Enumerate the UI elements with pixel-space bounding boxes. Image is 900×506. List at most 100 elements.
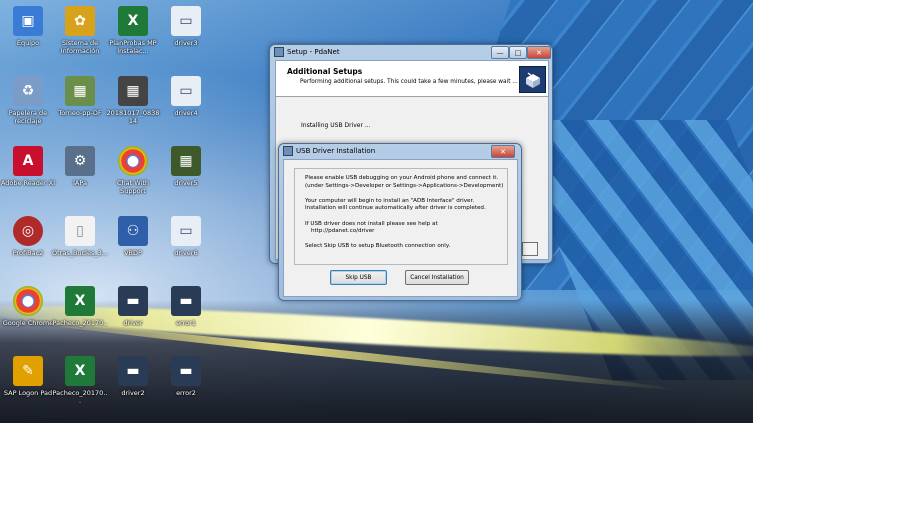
desktop-icon-label: Pacheco_20170... [52, 319, 108, 335]
app-icon: ⚙ [65, 146, 95, 176]
desktop-icon-google-chrome[interactable]: ● Google Chrome [0, 286, 56, 327]
recycle-bin-icon: ♻ [13, 76, 43, 106]
desktop-icon-label: SAP Logon Pad [3, 389, 53, 397]
setup-header: Additional Setups Performing additional … [276, 61, 548, 97]
setup-hidden-button[interactable] [522, 242, 538, 256]
close-icon: ✕ [500, 147, 506, 156]
desktop-icon-label: error1 [176, 319, 196, 327]
sap-logon-icon: ✎ [13, 356, 43, 386]
desktop-icon-planprobas[interactable]: X PlanProbas MP Instalac... [105, 6, 161, 55]
desktop-icon-driver6[interactable]: ▭ driver6 [158, 216, 214, 257]
skip-usb-button[interactable]: Skip USB [330, 270, 387, 285]
close-icon: ✕ [536, 48, 542, 57]
desktop-icon-driver[interactable]: ▬ driver [105, 286, 161, 327]
desktop-icon-label: driver5 [174, 179, 198, 187]
network-icon: ⚇ [118, 216, 148, 246]
image-file-icon: ▭ [171, 6, 201, 36]
setup-header-title: Additional Setups [287, 67, 363, 76]
excel-file-icon: X [65, 356, 95, 386]
usb-dialog-window: USB Driver Installation ✕ Please enable … [278, 143, 522, 301]
desktop-icon-label: Google Chrome [2, 319, 54, 327]
chrome-icon: ● [118, 146, 148, 176]
usb-dialog-app-icon [283, 146, 293, 156]
desktop-icon-pacheco-2[interactable]: X Pacheco_20170... [52, 356, 108, 405]
desktop-icon-torneo[interactable]: ▦ Torneo-pp-DF [52, 76, 108, 117]
image-file-icon: ▬ [118, 356, 148, 386]
cancel-installation-button[interactable]: Cancel Installation [405, 270, 469, 285]
usb-message-line: (under Settings->Developer or Settings->… [305, 182, 504, 189]
usb-message-line: Installation will continue automatically… [305, 205, 486, 212]
usb-message-line [305, 190, 503, 198]
adobe-reader-icon: A [13, 146, 43, 176]
setup-logo [519, 66, 546, 93]
usb-dialog-titlebar[interactable]: USB Driver Installation [279, 144, 521, 158]
desktop-icon-20181017[interactable]: ▦ 20181017_083814 [105, 76, 161, 125]
image-file-icon: ▬ [171, 286, 201, 316]
usb-dialog-close-button[interactable]: ✕ [491, 145, 515, 158]
desktop-icon-label: VBDP [124, 249, 142, 257]
desktop-icon-label: Torneo-pp-DF [58, 109, 102, 117]
chrome-icon: ● [13, 286, 43, 316]
desktop-icon-label: ProfiBac2 [12, 249, 44, 257]
close-button[interactable]: ✕ [527, 46, 551, 59]
setup-window-title: Setup - PdaNet [287, 48, 340, 56]
excel-file-icon: X [65, 286, 95, 316]
desktop-icon-label: lAPa [73, 179, 87, 187]
usb-message-line [305, 213, 503, 221]
desktop-icon-label: Pacheco_20170... [52, 389, 108, 405]
image-file-icon: ▦ [118, 76, 148, 106]
desktop-icon-label: Papelera de reciclaje [8, 109, 48, 125]
desktop-icon-label: Chat With Support [116, 179, 149, 195]
image-file-icon: ▭ [171, 216, 201, 246]
usb-message-line [305, 236, 503, 244]
usb-dialog-title: USB Driver Installation [296, 147, 376, 155]
maximize-icon: □ [514, 48, 522, 57]
desktop-icon-adobe-reader[interactable]: A Adobe Reader XI [0, 146, 56, 187]
desktop-icon-lapa[interactable]: ⚙ lAPa [52, 146, 108, 187]
desktop-icon-driver3[interactable]: ▭ driver3 [158, 6, 214, 47]
desktop-icon-label: 20181017_083814 [106, 109, 160, 125]
desktop-icon-label: error2 [176, 389, 196, 397]
setup-app-icon [274, 47, 284, 57]
desktop-icon-label: Sistema de Información [60, 39, 100, 55]
desktop-icon-sap-logon[interactable]: ✎ SAP Logon Pad [0, 356, 56, 397]
desktop-icon-driver4[interactable]: ▭ driver4 [158, 76, 214, 117]
document-icon: ▯ [65, 216, 95, 246]
desktop-icon-profibac2[interactable]: ◎ ProfiBac2 [0, 216, 56, 257]
desktop-icon-label: driver2 [121, 389, 145, 397]
app-icon: ◎ [13, 216, 43, 246]
image-file-icon: ▦ [171, 146, 201, 176]
desktop-icon-label: driver3 [174, 39, 198, 47]
desktop-icon-error1[interactable]: ▬ error1 [158, 286, 214, 327]
desktop-icon-driver5[interactable]: ▦ driver5 [158, 146, 214, 187]
excel-file-icon: X [118, 6, 148, 36]
minimize-button[interactable]: — [491, 46, 509, 59]
image-file-icon: ▭ [171, 76, 201, 106]
desktop-icon-sistema[interactable]: ✿ Sistema de Información [52, 6, 108, 55]
desktop-icon-equipo[interactable]: ▣ Equipo [0, 6, 56, 47]
desktop-icon-otras-bucles[interactable]: ▯ Otras_Bucles_3... [52, 216, 108, 257]
usb-dialog-message-box: Please enable USB debugging on your Andr… [294, 168, 508, 265]
setup-header-subtitle: Performing additional setups. This could… [300, 79, 518, 85]
usb-message-line: Select Skip USB to setup Bluetooth conne… [305, 243, 451, 250]
desktop-icon-pacheco-1[interactable]: X Pacheco_20170... [52, 286, 108, 335]
install-box-icon [525, 71, 540, 88]
maximize-button[interactable]: □ [509, 46, 527, 59]
desktop-icon-error2[interactable]: ▬ error2 [158, 356, 214, 397]
computer-icon: ▣ [13, 6, 43, 36]
desktop-icon-vbdp[interactable]: ⚇ VBDP [105, 216, 161, 257]
desktop-icon-label: driver6 [174, 249, 198, 257]
setup-status-text: Installing USB Driver ... [301, 122, 371, 129]
desktop-icon-label: driver4 [174, 109, 198, 117]
desktop-icon-chat-support[interactable]: ● Chat With Support [105, 146, 161, 195]
desktop-icon-label: Adobe Reader XI [0, 179, 56, 187]
desktop-icon-papelera[interactable]: ♻ Papelera de reciclaje [0, 76, 56, 125]
help-link[interactable]: http://pdanet.co/driver [305, 228, 503, 236]
desktop-icon-label: driver [123, 319, 143, 327]
usb-message-line: If USB driver does not install please se… [305, 220, 438, 227]
image-file-icon: ▦ [65, 76, 95, 106]
app-icon: ✿ [65, 6, 95, 36]
desktop-icon-label: PlanProbas MP Instalac... [109, 39, 157, 55]
desktop-icon-driver2[interactable]: ▬ driver2 [105, 356, 161, 397]
usb-dialog-message: Please enable USB debugging on your Andr… [305, 175, 503, 251]
